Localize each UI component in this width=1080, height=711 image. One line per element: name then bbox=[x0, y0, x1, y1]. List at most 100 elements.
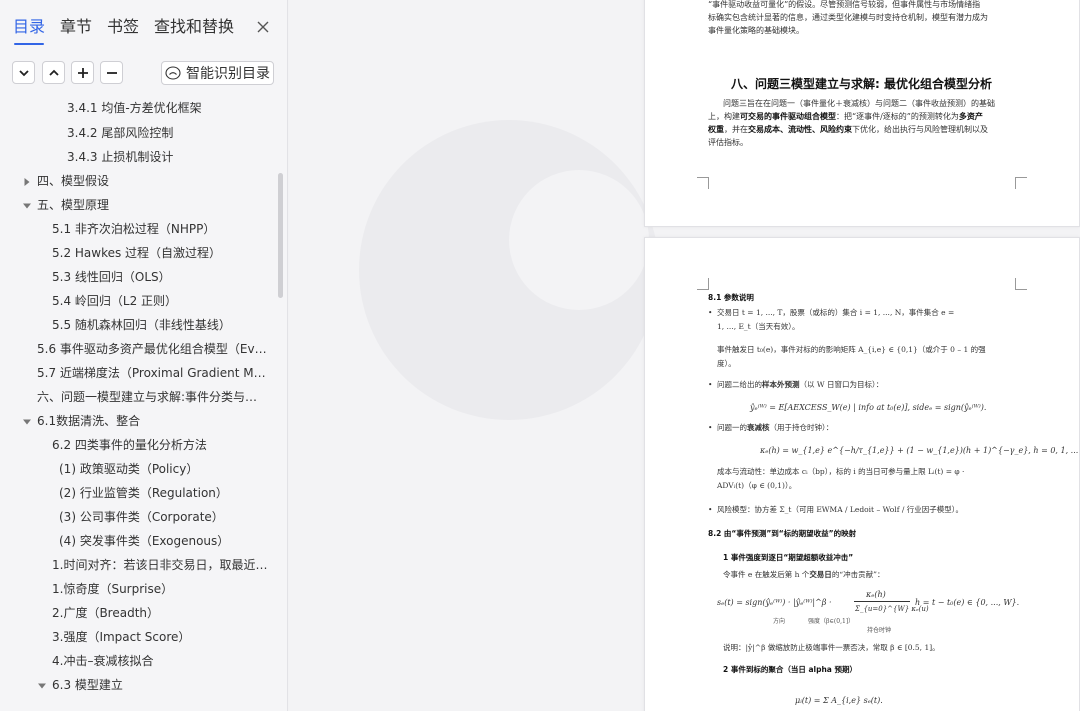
toc-item[interactable]: 5.7 近端梯度法（Proximal Gradient Method） bbox=[0, 361, 287, 385]
toc-item[interactable]: 3.4.2 尾部风险控制 bbox=[0, 121, 287, 145]
bullet-item: 事件触发日 t₀(e)，事件对标的的影响矩阵 A_{i,e} ∈ {0,1}（或… bbox=[717, 344, 1037, 356]
bullet-continuation: 1, ..., E_t（当天有效）。 bbox=[717, 322, 800, 331]
toc-item[interactable]: 六、问题一模型建立与求解:事件分类与数学量化 bbox=[0, 385, 287, 409]
body-text: 标确实包含统计显著的信息，通过类型化建模与时变持仓机制，模型有潜力成为 bbox=[708, 13, 988, 22]
toc-item-label: 3.4.2 尾部风险控制 bbox=[67, 126, 174, 140]
toc-item-label: 2.广度（Breadth） bbox=[52, 606, 160, 620]
plus-icon bbox=[77, 67, 88, 78]
caret-down-icon[interactable] bbox=[38, 682, 46, 690]
toc-item-label: 5.1 非齐次泊松过程（NHPP） bbox=[52, 222, 216, 236]
equation: h = t − t₀(e) ∈ {0, ..., W}. bbox=[915, 598, 1020, 607]
toc-item[interactable]: (2) 行业监管类（Regulation） bbox=[0, 481, 287, 505]
body-text: 权重，并在交易成本、流动性、风险约束下优化，给出执行与风险管理机制以及 bbox=[708, 124, 988, 134]
toc-item[interactable]: (1) 政策驱动类（Policy） bbox=[0, 457, 287, 481]
collapse-button[interactable] bbox=[12, 61, 35, 84]
crop-mark bbox=[697, 177, 709, 189]
document-page: “事件驱动收益可量化”的假设。尽管预测信号较弱，但事件属性与市场情绪指 标确实包… bbox=[644, 0, 1080, 227]
ai-smiley-icon bbox=[165, 66, 181, 80]
panel-tabs: 目录 章节 书签 查找和替换 bbox=[13, 16, 275, 46]
toc-item-label: 4.冲击–衰减核拟合 bbox=[52, 654, 154, 668]
equation: κₑ(h) = w_{1,e} e^{−h/τ_{1,e}} + (1 − w_… bbox=[760, 446, 1079, 455]
toc-item[interactable]: 四、模型假设 bbox=[0, 169, 287, 193]
chevron-up-icon bbox=[48, 69, 59, 76]
toc-item-label: 六、问题一模型建立与求解:事件分类与数学量化 bbox=[37, 390, 268, 404]
fraction-bar bbox=[854, 601, 910, 602]
toc-item[interactable]: 5.3 线性回归（OLS） bbox=[0, 265, 287, 289]
bullet-item: 交易日 t = 1, ..., T，股票（或标的）集合 i = 1, ..., … bbox=[708, 307, 1017, 319]
close-icon[interactable] bbox=[255, 19, 271, 35]
toc-item[interactable]: 五、模型原理 bbox=[0, 193, 287, 217]
toc-item[interactable]: 2.广度（Breadth） bbox=[0, 601, 287, 625]
toc-item[interactable]: 5.2 Hawkes 过程（自激过程） bbox=[0, 241, 287, 265]
toc-item[interactable]: 5.1 非齐次泊松过程（NHPP） bbox=[0, 217, 287, 241]
remove-entry-button[interactable] bbox=[100, 61, 123, 84]
crop-mark bbox=[697, 278, 709, 290]
crop-mark bbox=[1015, 177, 1027, 189]
toc-item-label: 5.7 近端梯度法（Proximal Gradient Method） bbox=[37, 366, 268, 380]
minus-icon bbox=[106, 71, 117, 74]
bullet-continuation: 度）。 bbox=[717, 359, 736, 368]
body-text: 评估指标。 bbox=[708, 138, 748, 147]
toc-item[interactable]: 5.4 岭回归（L2 正则） bbox=[0, 289, 287, 313]
document-viewport[interactable]: “事件驱动收益可量化”的假设。尽管预测信号较弱，但事件属性与市场情绪指 标确实包… bbox=[289, 0, 1080, 711]
toc-item[interactable]: 6.3 模型建立 bbox=[0, 673, 287, 697]
document-page: 8.1 参数说明 交易日 t = 1, ..., T，股票（或标的）集合 i =… bbox=[644, 237, 1080, 711]
tab-chapters[interactable]: 章节 bbox=[60, 16, 92, 38]
section-heading: 八、问题三模型建立与求解: 最优化组合模型分析 bbox=[731, 77, 992, 91]
caret-right-icon[interactable] bbox=[23, 178, 31, 186]
outline-panel: 目录 章节 书签 查找和替换 智能识别目录 3.4.1 均值-方差优化框架 3.4… bbox=[0, 0, 288, 711]
toc-item-label: 6.2 四类事件的量化分析方法 bbox=[52, 438, 207, 452]
outline-toolbar: 智能识别目录 bbox=[12, 61, 275, 86]
body-text: “事件驱动收益可量化”的假设。尽管预测信号较弱，但事件属性与市场情绪指 bbox=[708, 0, 981, 9]
subsection-heading: 2 事件到标的聚合（当日 alpha 预期） bbox=[723, 665, 857, 674]
toc-item-label: 5.4 岭回归（L2 正则） bbox=[52, 294, 178, 308]
scrollbar-thumb[interactable] bbox=[278, 173, 283, 298]
toc-item[interactable]: 3.4.1 均值-方差优化框架 bbox=[0, 97, 287, 120]
body-text: 说明：|ŷ|^β 做缩放防止极端事件一票否决，常取 β ∈ [0.5, 1]。 bbox=[723, 643, 940, 652]
equation: μᵢ(t) = Σ A_{i,e} sₑ(t). bbox=[795, 696, 883, 705]
toc-item[interactable]: (4) 突发事件类（Exogenous） bbox=[0, 529, 287, 553]
toc-item[interactable]: 1.惊奇度（Surprise） bbox=[0, 577, 287, 601]
toc-item-label: (3) 公司事件类（Corporate） bbox=[59, 510, 224, 524]
toc-item-label: 6.1数据清洗、整合 bbox=[37, 414, 141, 428]
toc-item-label: 5.3 线性回归（OLS） bbox=[52, 270, 171, 284]
toc-item-label: 五、模型原理 bbox=[37, 198, 110, 212]
toc-item-label: 1.时间对齐：若该日非交易日，取最近交易日 bbox=[52, 558, 268, 572]
add-entry-button[interactable] bbox=[71, 61, 94, 84]
toc-item-label: 5.2 Hawkes 过程（自激过程） bbox=[52, 246, 222, 260]
toc-item[interactable]: 5.5 随机森林回归（非线性基线） bbox=[0, 313, 287, 337]
watermark-shape bbox=[509, 170, 649, 310]
tab-toc[interactable]: 目录 bbox=[13, 16, 45, 45]
toc-item-label: 3.4.1 均值-方差优化框架 bbox=[67, 101, 202, 115]
equation: ŷₑ⁽ᵂ⁾ = E[AEXCESS_W(e) | info at t₀(e)],… bbox=[750, 403, 987, 412]
toc-item[interactable]: 3.强度（Impact Score） bbox=[0, 625, 287, 649]
body-text: 令事件 e 在触发后第 h 个交易日的“冲击贡献”： bbox=[723, 570, 885, 579]
crop-mark bbox=[1015, 278, 1027, 290]
toc-item-label: 5.5 随机森林回归（非线性基线） bbox=[52, 318, 231, 332]
toc-tree: 3.4.1 均值-方差优化框架 3.4.2 尾部风险控制 3.4.3 止损机制设计四… bbox=[0, 97, 287, 711]
caret-down-icon[interactable] bbox=[23, 202, 31, 210]
body-text: 上，构建可交易的事件驱动组合模型：把“逐事件/逐标的”的预测转化为多资产 bbox=[708, 111, 983, 121]
toc-item[interactable]: 4.冲击–衰减核拟合 bbox=[0, 649, 287, 673]
expand-button[interactable] bbox=[42, 61, 65, 84]
smart-toc-button[interactable]: 智能识别目录 bbox=[161, 61, 274, 85]
equation: sₑ(t) = sign(ŷₑ⁽ᵂ⁾) · |ŷₑ⁽ᵂ⁾|^β · bbox=[717, 598, 832, 607]
toc-item[interactable]: 5.6 事件驱动多资产最优化组合模型（Event Driven Multi-As… bbox=[0, 337, 287, 361]
caret-down-icon[interactable] bbox=[23, 418, 31, 426]
equation-label: 方向 bbox=[773, 618, 786, 625]
toc-item[interactable]: 1.时间对齐：若该日非交易日，取最近交易日 bbox=[0, 553, 287, 577]
toc-item[interactable]: 6.1数据清洗、整合 bbox=[0, 409, 287, 433]
bullet-item: 风险模型：协方差 Σ_t（可用 EWMA / Ledoit – Wolf / 行… bbox=[708, 504, 963, 516]
tab-find-replace[interactable]: 查找和替换 bbox=[154, 16, 234, 38]
toc-item[interactable]: 6.2 四类事件的量化分析方法 bbox=[0, 433, 287, 457]
equation-label: 持仓时钟 bbox=[867, 627, 892, 634]
subsection-heading: 1 事件强度到逐日“期望超额收益冲击” bbox=[723, 553, 854, 562]
bullet-item: 问题二给出的样本外预测（以 W 日窗口为目标）： bbox=[708, 379, 883, 391]
equation-fraction-numerator: κₑ(h) bbox=[866, 590, 886, 599]
equation-label: 强度（β∈(0,1]） bbox=[808, 618, 855, 625]
toc-item[interactable]: 3.4.3 止损机制设计 bbox=[0, 145, 287, 169]
tab-bookmarks[interactable]: 书签 bbox=[107, 16, 139, 38]
toc-item[interactable]: (3) 公司事件类（Corporate） bbox=[0, 505, 287, 529]
smart-toc-label: 智能识别目录 bbox=[186, 66, 270, 82]
toc-item-label: 3.4.3 止损机制设计 bbox=[67, 150, 174, 164]
